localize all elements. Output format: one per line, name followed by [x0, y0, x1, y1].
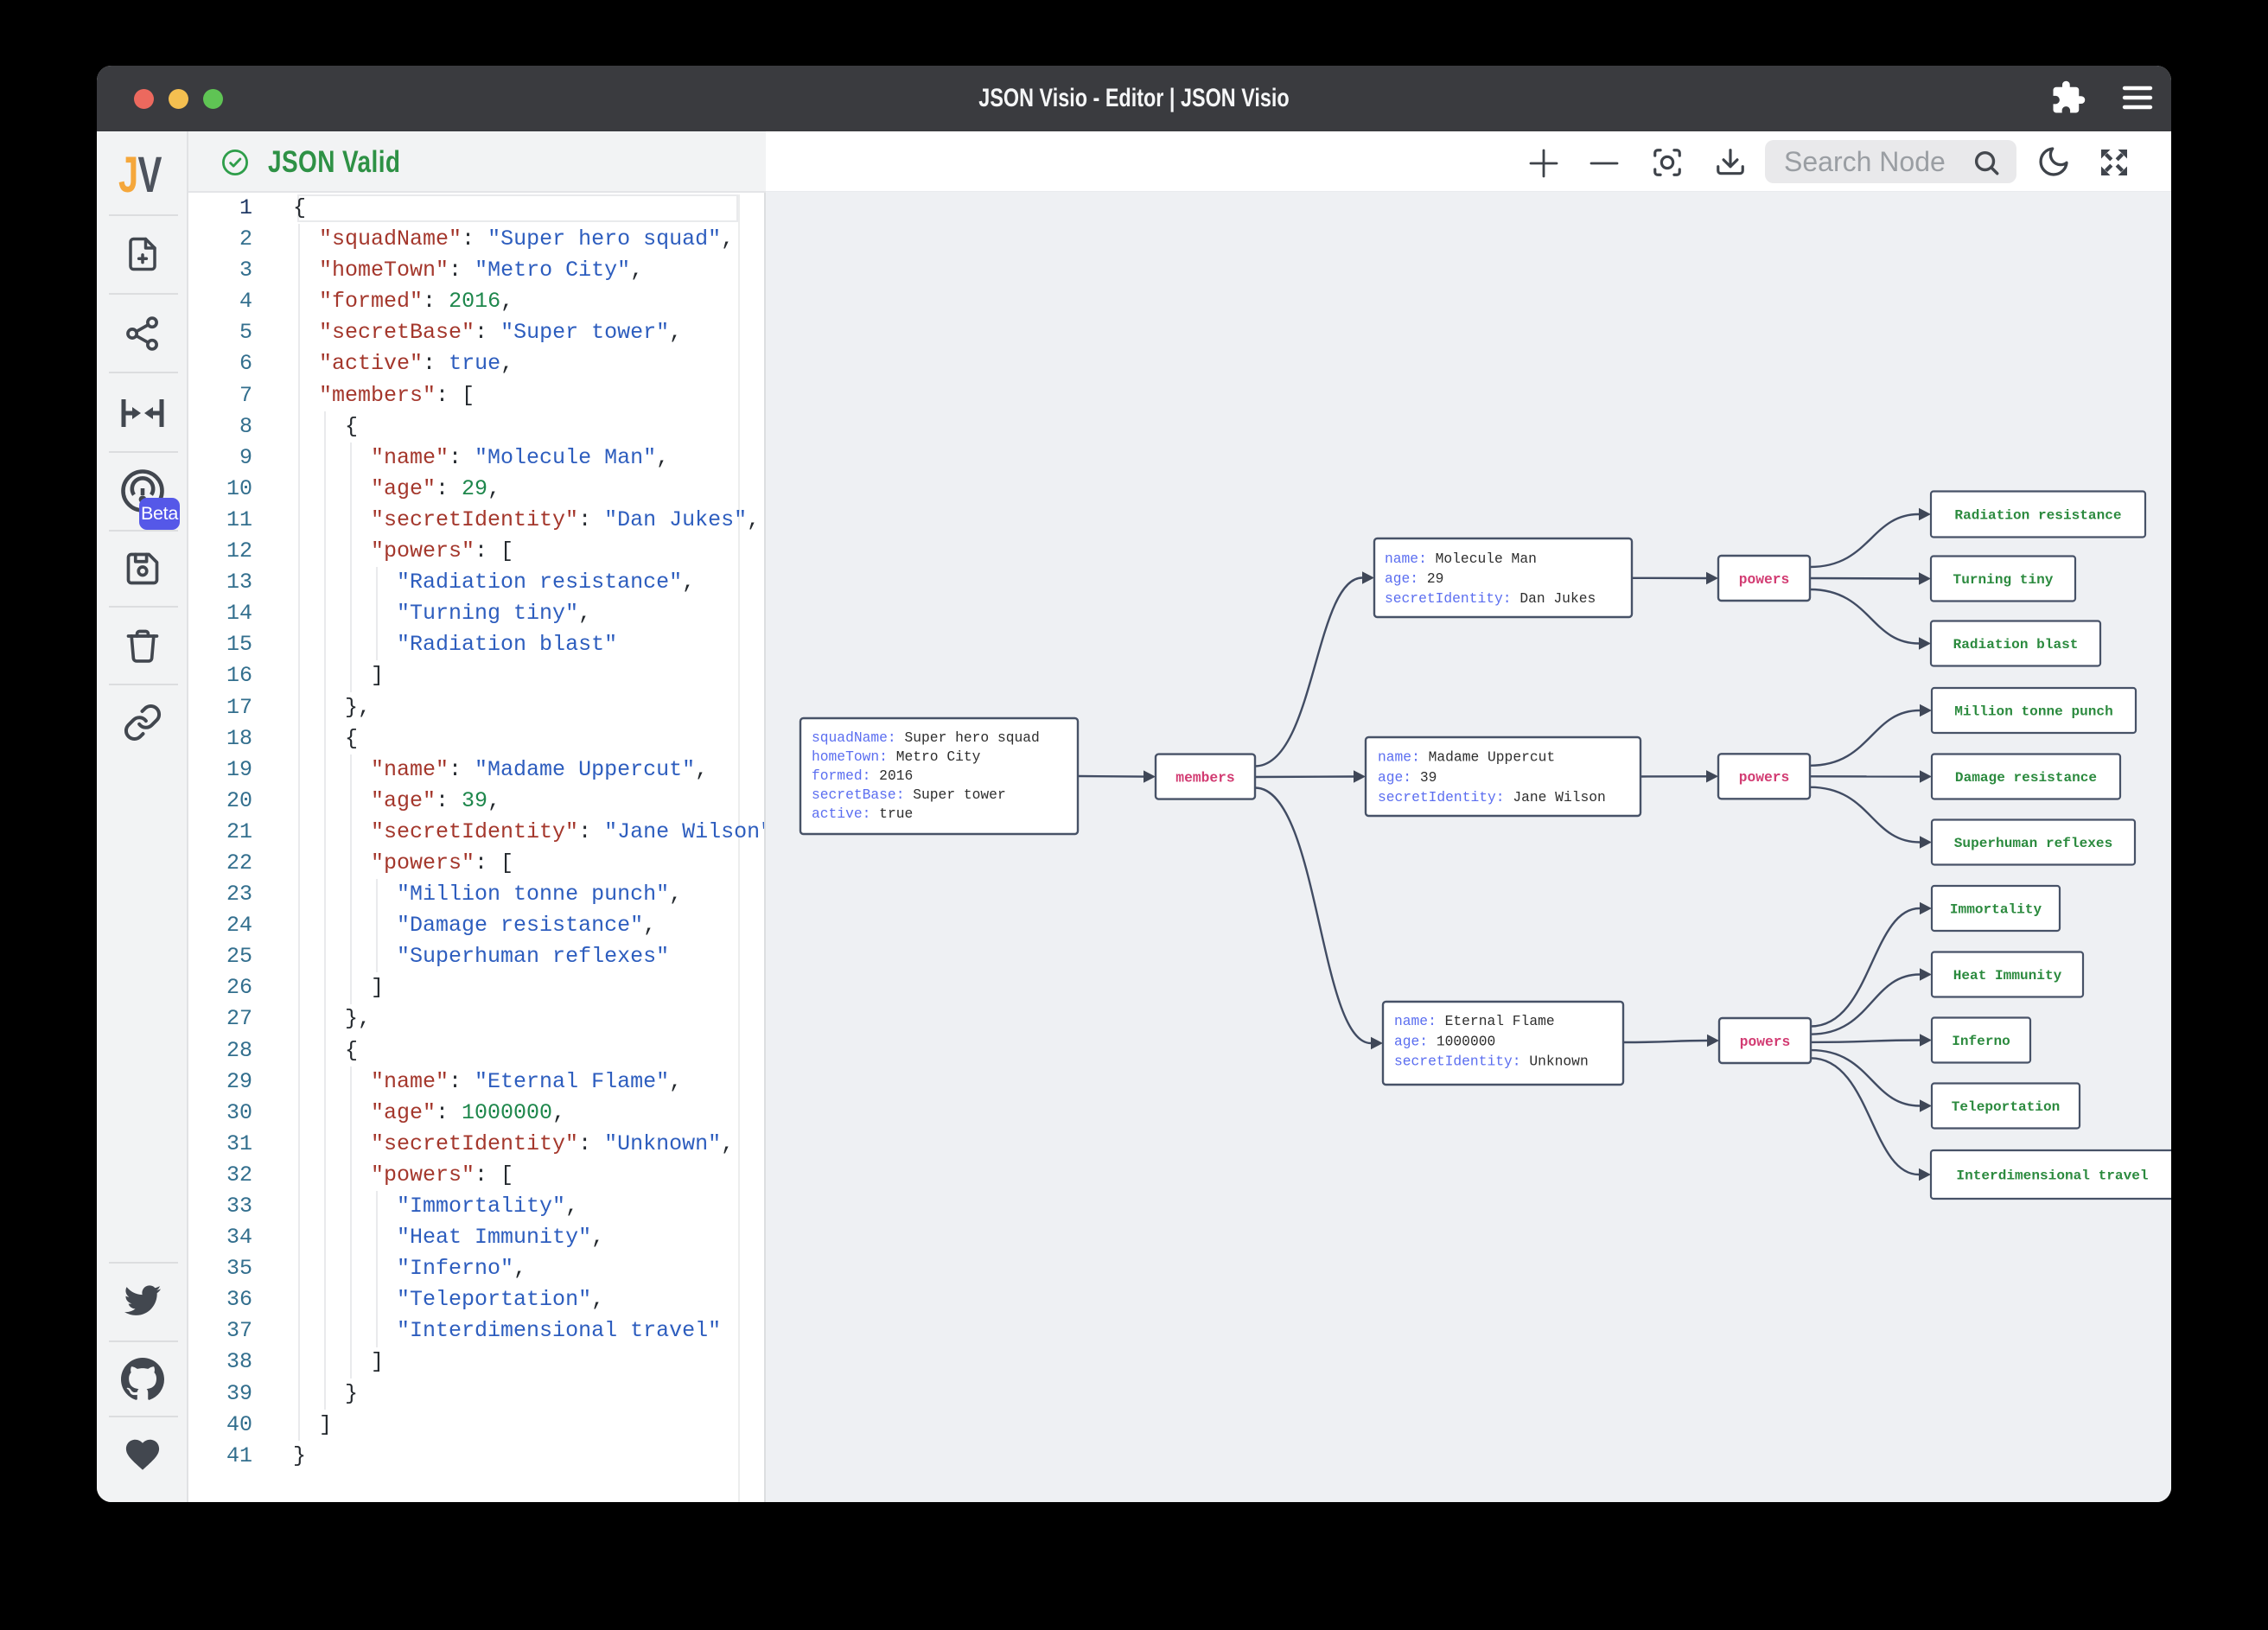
svg-text:secretBase: Super tower: secretBase: Super tower	[812, 786, 1006, 803]
svg-text:powers: powers	[1739, 571, 1790, 588]
svg-text:Heat Immunity: Heat Immunity	[1953, 968, 2062, 984]
svg-text:powers: powers	[1740, 1034, 1791, 1050]
svg-text:age: 39: age: 39	[1378, 769, 1437, 786]
svg-text:secretIdentity: Dan Jukes: secretIdentity: Dan Jukes	[1385, 590, 1596, 607]
svg-text:Teleportation: Teleportation	[1952, 1099, 2061, 1115]
svg-text:Million tonne punch: Million tonne punch	[1954, 704, 2113, 720]
svg-text:secretIdentity: Unknown: secretIdentity: Unknown	[1394, 1053, 1589, 1069]
svg-text:formed: 2016: formed: 2016	[812, 767, 913, 784]
svg-text:name: Eternal Flame: name: Eternal Flame	[1394, 1013, 1555, 1029]
svg-text:Inferno: Inferno	[1952, 1034, 2010, 1049]
svg-text:Immortality: Immortality	[1950, 902, 2042, 918]
svg-text:Radiation blast: Radiation blast	[1953, 637, 2079, 653]
svg-text:active: true: active: true	[812, 805, 913, 822]
svg-text:age: 1000000: age: 1000000	[1394, 1033, 1495, 1049]
svg-text:squadName: Super hero squad: squadName: Super hero squad	[812, 729, 1040, 746]
svg-text:Turning tiny: Turning tiny	[1953, 572, 2054, 588]
svg-text:members: members	[1175, 769, 1234, 786]
svg-text:homeTown: Metro City: homeTown: Metro City	[812, 748, 981, 765]
svg-text:age: 29: age: 29	[1385, 570, 1443, 587]
svg-text:secretIdentity: Jane Wilson: secretIdentity: Jane Wilson	[1378, 789, 1606, 805]
svg-text:Interdimensional travel: Interdimensional travel	[1956, 1168, 2148, 1184]
svg-text:Radiation resistance: Radiation resistance	[1954, 508, 2121, 524]
svg-text:Superhuman reflexes: Superhuman reflexes	[1954, 836, 2113, 851]
svg-text:name: Madame Uppercut: name: Madame Uppercut	[1378, 749, 1555, 766]
svg-text:Damage resistance: Damage resistance	[1955, 770, 2097, 786]
svg-text:powers: powers	[1739, 769, 1790, 786]
svg-text:name: Molecule Man: name: Molecule Man	[1385, 551, 1537, 567]
